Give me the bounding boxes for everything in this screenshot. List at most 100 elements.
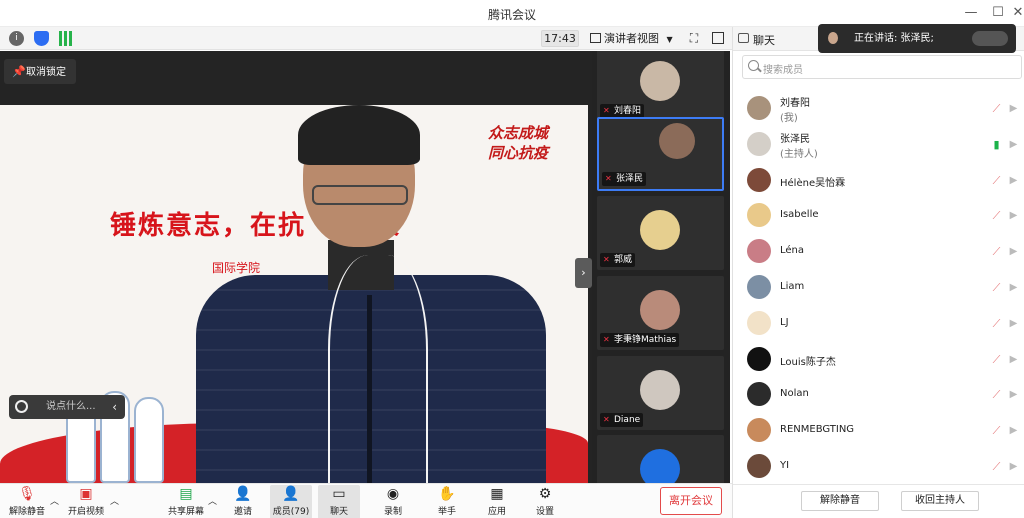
member-avatar <box>747 382 771 407</box>
start-video-button[interactable]: ▣ 开启视频 <box>66 485 106 518</box>
participant-name-tag: ✕ 刘春阳 <box>600 104 645 118</box>
mic-muted-icon[interactable]: ⟋ <box>991 102 1002 115</box>
member-row[interactable]: Léna ⟋ ▶ <box>733 233 1024 269</box>
gallery-tile[interactable]: ✕ 郭威 <box>597 196 724 270</box>
gallery-tile[interactable]: ✕ 李秉铮Mathias <box>597 276 724 350</box>
member-row[interactable]: YI ⟋ ▶ <box>733 448 1024 484</box>
member-row[interactable]: 张泽民 (主持人) ▮ ▶ <box>733 126 1024 162</box>
main-video-stage: 📌取消锁定 众志成城 同心抗疫 锤炼意志，在抗 中成长 国际学院 说点什么...… <box>0 51 592 491</box>
maximize-icon[interactable]: ☐ <box>988 3 1008 23</box>
bottom-toolbar: 🎙 解除静音 ︿ ▣ 开启视频 ︿ ▤ 共享屏幕 ︿ 👤 邀请 👤 成员(79)… <box>0 483 732 518</box>
camera-off-icon[interactable]: ▶ <box>1007 102 1020 115</box>
slide-subline: 国际学院 <box>212 261 261 275</box>
participant-avatar <box>640 290 680 330</box>
camera-off-icon[interactable]: ▶ <box>1007 281 1020 294</box>
member-row[interactable]: Hélène吴怡霖 ⟋ ▶ <box>733 162 1024 198</box>
quick-chat-input[interactable]: 说点什么... ‹ <box>9 395 125 419</box>
mic-on-icon[interactable]: ▮ <box>991 138 1002 151</box>
panel-tab-chat[interactable]: 聊天 <box>753 32 775 48</box>
member-name: Liam <box>780 281 805 292</box>
member-avatar <box>747 203 771 228</box>
mic-muted-icon[interactable]: ⟋ <box>991 353 1002 366</box>
chevron-up-icon[interactable]: ︿ <box>110 494 119 507</box>
camera-off-icon[interactable]: ▶ <box>1007 245 1020 258</box>
mic-muted-icon[interactable]: ⟋ <box>991 388 1002 401</box>
mic-muted-icon[interactable]: ⟋ <box>991 209 1002 222</box>
camera-off-icon[interactable]: ▶ <box>1007 424 1020 437</box>
search-icon <box>748 60 759 71</box>
member-avatar <box>747 454 771 478</box>
gallery-tile[interactable]: ✕ Diane <box>597 356 724 430</box>
member-search-input[interactable]: 搜索成员 <box>742 55 1022 79</box>
unmute-button[interactable]: 🎙 解除静音 <box>8 485 46 518</box>
camera-off-icon[interactable]: ▶ <box>1007 460 1020 473</box>
member-name: RENMEBGTING <box>780 424 855 436</box>
members-button[interactable]: 👤 成员(79) <box>270 485 312 518</box>
chevron-up-icon[interactable]: ︿ <box>50 494 59 507</box>
member-row[interactable]: Isabelle ⟋ ▶ <box>733 197 1024 233</box>
shield-icon[interactable] <box>34 31 49 46</box>
window-title: 腾讯会议 <box>487 8 536 22</box>
camera-off-icon[interactable]: ▶ <box>1007 209 1020 222</box>
record-button[interactable]: ◉ 录制 <box>378 485 408 518</box>
fullscreen-icon[interactable]: ⛶ <box>687 31 701 45</box>
mic-muted-icon[interactable]: ⟋ <box>991 245 1002 258</box>
gallery-tile[interactable] <box>597 435 724 483</box>
minimize-icon[interactable]: — <box>961 3 981 23</box>
raise-hand-button[interactable]: ✋ 举手 <box>432 485 462 518</box>
pin-icon: 📌 <box>12 65 26 78</box>
unmute-all-button[interactable]: 解除静音 <box>801 491 879 511</box>
settings-button[interactable]: ⚙ 设置 <box>530 485 560 518</box>
chat-icon <box>738 33 749 43</box>
camera-off-icon[interactable]: ▶ <box>1007 388 1020 401</box>
signal-icon[interactable] <box>59 31 74 46</box>
chevron-up-icon[interactable]: ︿ <box>208 494 217 507</box>
mic-muted-icon[interactable]: ⟋ <box>991 174 1002 187</box>
apps-icon: ▦ <box>490 486 504 502</box>
mic-muted-icon[interactable]: ⟋ <box>991 424 1002 437</box>
member-row[interactable]: 刘春阳 (我) ⟋ ▶ <box>733 90 1024 126</box>
leave-meeting-button[interactable]: 离开会议 <box>660 487 722 515</box>
search-placeholder: 搜索成员 <box>763 65 803 76</box>
member-avatar <box>747 346 771 371</box>
member-row[interactable]: LJ ⟋ ▶ <box>733 305 1024 341</box>
chevron-left-icon[interactable]: ‹ <box>112 395 117 419</box>
participant-avatar <box>640 449 680 483</box>
mic-muted-icon[interactable]: ⟋ <box>991 460 1002 473</box>
view-selector[interactable]: 演讲者视图 ▼ <box>590 30 678 47</box>
reclaim-host-button[interactable]: 收回主持人 <box>901 491 979 511</box>
gallery-collapse-handle[interactable]: › <box>575 258 592 288</box>
chat-button[interactable]: ▭ 聊天 <box>318 485 360 518</box>
member-name: LJ <box>780 316 789 328</box>
close-icon[interactable]: ✕ <box>1008 3 1024 23</box>
member-row[interactable]: Nolan ⟋ ▶ <box>733 376 1024 412</box>
apps-label: 应用 <box>487 507 506 517</box>
member-name: Isabelle <box>780 209 819 221</box>
info-icon[interactable]: i <box>9 31 24 46</box>
camera-off-icon[interactable]: ▶ <box>1007 353 1020 366</box>
member-name: Léna <box>780 245 805 257</box>
emoji-icon[interactable] <box>15 400 28 413</box>
member-row[interactable]: Louis陈子杰 ⟋ ▶ <box>733 341 1024 377</box>
member-role: (主持人) <box>780 148 818 160</box>
camera-off-icon[interactable]: ▶ <box>1007 174 1020 187</box>
share-screen-button[interactable]: ▤ 共享屏幕 <box>166 485 206 518</box>
camera-off-icon[interactable]: ▶ <box>1007 138 1020 151</box>
apps-button[interactable]: ▦ 应用 <box>482 485 512 518</box>
video-label: 开启视频 <box>67 507 104 517</box>
view-label: 演讲者视图 <box>604 32 659 45</box>
gallery-tile[interactable]: ✕ 刘春阳 <box>597 51 724 121</box>
raise-hand-label: 举手 <box>437 507 456 517</box>
member-row[interactable]: Liam ⟋ ▶ <box>733 269 1024 305</box>
member-name: Hélène吴怡霖 <box>780 177 846 189</box>
camera-off-icon[interactable]: ▶ <box>1007 317 1020 330</box>
member-row[interactable]: RENMEBGTING ⟋ ▶ <box>733 412 1024 448</box>
sidebar-toggle-icon[interactable] <box>712 32 724 44</box>
gallery-tile[interactable]: ✕ 张泽民 <box>597 117 724 191</box>
invite-button[interactable]: 👤 邀请 <box>228 485 258 518</box>
unpin-button[interactable]: 📌取消锁定 <box>4 59 76 84</box>
member-avatar <box>747 239 771 264</box>
mic-muted-icon[interactable]: ⟋ <box>991 281 1002 294</box>
video-gallery: ✕ 刘春阳 ✕ 张泽民 ✕ 郭威 ✕ 李秉铮Mathias ✕ Diane <box>592 51 730 483</box>
mic-muted-icon[interactable]: ⟋ <box>991 317 1002 330</box>
